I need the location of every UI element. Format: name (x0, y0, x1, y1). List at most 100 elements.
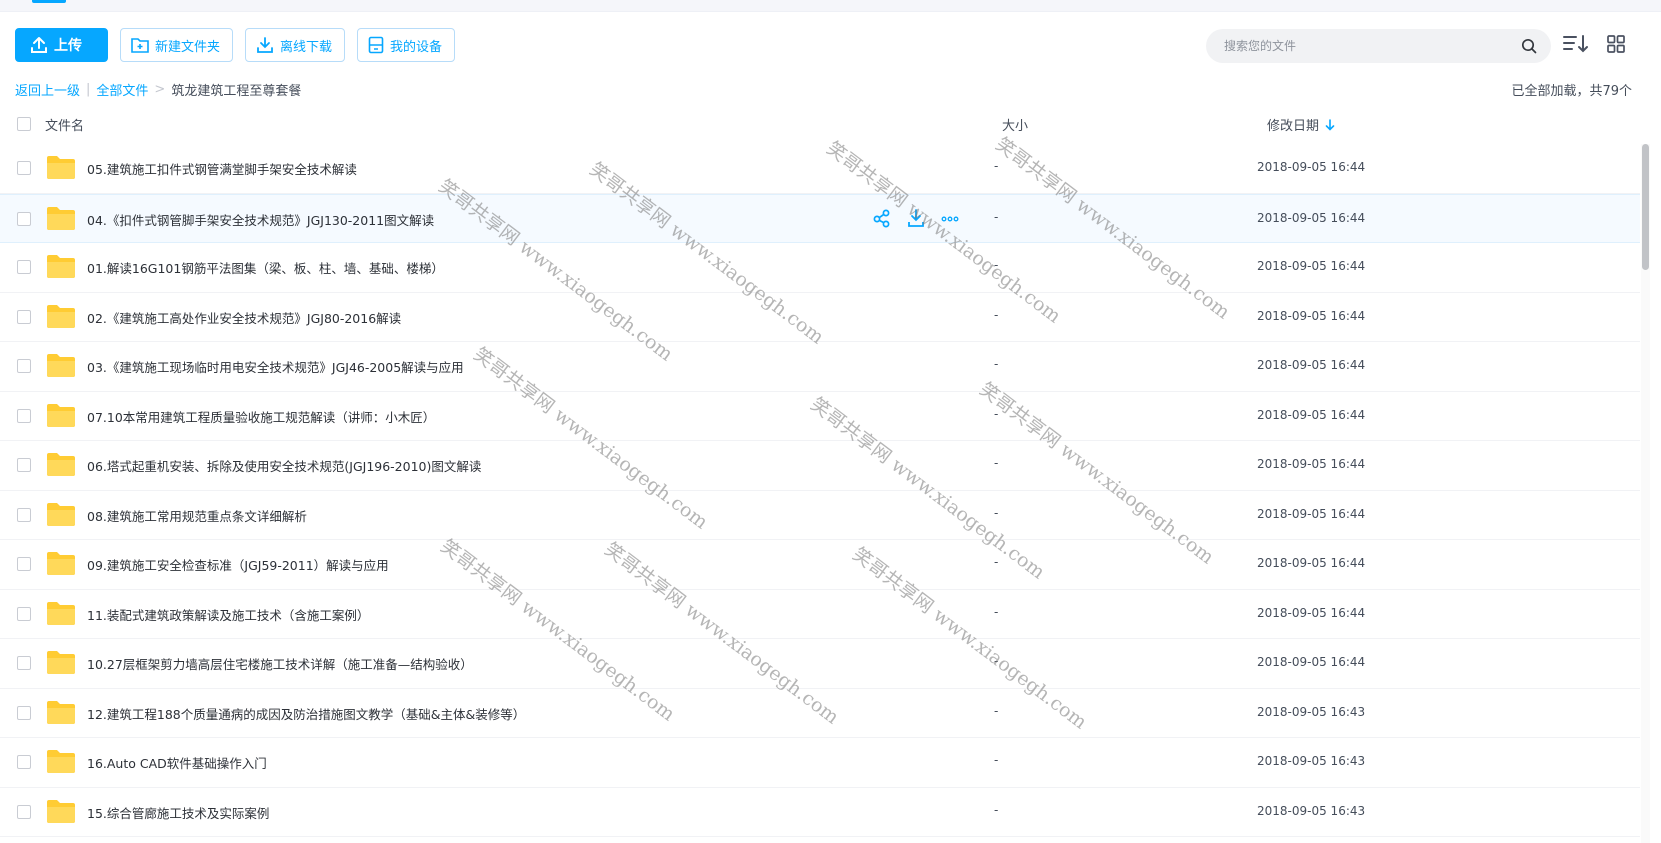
row-checkbox[interactable] (17, 656, 31, 670)
row-actions (872, 208, 960, 228)
file-size: - (994, 654, 999, 668)
row-checkbox[interactable] (17, 260, 31, 274)
file-date: 2018-09-05 16:43 (1257, 803, 1366, 818)
file-name[interactable]: 16.Auto CAD软件基础操作入门 (87, 753, 267, 772)
row-checkbox[interactable] (17, 755, 31, 769)
folder-icon (47, 601, 75, 625)
table-row[interactable]: 16.Auto CAD软件基础操作入门 - 2018-09-05 16:43 (0, 738, 1640, 788)
folder-icon (47, 799, 75, 823)
sort-icon[interactable] (1562, 33, 1590, 55)
file-size: - (994, 307, 999, 322)
file-name[interactable]: 12.建筑工程188个质量通病的成因及防治措施图文教学（基础&主体&装修等） (87, 704, 525, 723)
offline-download-label: 离线下载 (280, 39, 333, 55)
device-icon (368, 36, 384, 54)
file-date: 2018-09-05 16:44 (1257, 259, 1366, 273)
table-row[interactable]: 01.解读16G101钢筋平法图集（梁、板、柱、墙、基础、楼梯） - 2018-… (0, 243, 1640, 293)
file-size: - (994, 703, 999, 718)
file-list: 05.建筑施工扣件式钢管满堂脚手架安全技术解读 - 2018-09-05 16:… (0, 144, 1640, 837)
file-date: 2018-09-05 16:44 (1257, 506, 1366, 521)
table-row[interactable]: 10.27层框架剪力墙高层住宅楼施工技术详解（施工准备—结构验收） - 2018… (0, 639, 1640, 689)
search-icon[interactable] (1521, 38, 1537, 54)
row-checkbox[interactable] (17, 705, 31, 720)
folder-icon (47, 206, 75, 230)
row-checkbox[interactable] (17, 408, 31, 423)
file-name[interactable]: 02.《建筑施工高处作业安全技术规范》JGJ80-2016解读 (87, 308, 401, 327)
table-row[interactable]: 06.塔式起重机安装、拆除及使用安全技术规范(JGJ196-2010)图文解读 … (0, 441, 1640, 491)
folder-icon (47, 552, 75, 575)
file-date: 2018-09-05 16:44 (1257, 407, 1366, 422)
file-size: - (994, 357, 999, 371)
select-all-checkbox[interactable] (17, 117, 31, 131)
grid-view-icon[interactable] (1607, 35, 1625, 53)
table-row[interactable]: 05.建筑施工扣件式钢管满堂脚手架安全技术解读 - 2018-09-05 16:… (0, 144, 1640, 194)
file-name[interactable]: 08.建筑施工常用规范重点条文详细解析 (87, 506, 307, 525)
table-row[interactable]: 08.建筑施工常用规范重点条文详细解析 - 2018-09-05 16:44 (0, 491, 1640, 540)
file-name[interactable]: 07.10本常用建筑工程质量验收施工规范解读（讲师：小木匠） (87, 407, 435, 426)
file-date: 2018-09-05 16:44 (1257, 556, 1366, 570)
my-devices-button[interactable]: 我的设备 (357, 28, 456, 62)
file-name[interactable]: 09.建筑施工安全检查标准（JGJ59-2011）解读与应用 (87, 555, 389, 574)
breadcrumb-divider: | (86, 82, 91, 97)
table-row[interactable]: 04.《扣件式钢管脚手架安全技术规范》JGJ130-2011图文解读 - 201… (0, 193, 1640, 243)
upload-icon (31, 37, 47, 53)
download-icon[interactable] (906, 208, 926, 228)
folder-icon (47, 304, 75, 328)
table-row[interactable]: 12.建筑工程188个质量通病的成因及防治措施图文教学（基础&主体&装修等） -… (0, 689, 1640, 738)
table-row[interactable]: 11.装配式建筑政策解读及施工技术（含施工案例） - 2018-09-05 16… (0, 590, 1640, 639)
table-row[interactable]: 02.《建筑施工高处作业安全技术规范》JGJ80-2016解读 - 2018-0… (0, 293, 1640, 342)
loaded-info: 已全部加载，共79个 (1511, 84, 1632, 99)
folder-plus-icon (131, 38, 149, 53)
search-box (1206, 29, 1551, 63)
column-size[interactable]: 大小 (1002, 115, 1028, 134)
row-checkbox[interactable] (17, 804, 31, 819)
file-size: - (994, 802, 999, 817)
file-size: - (994, 209, 999, 224)
new-folder-button[interactable]: 新建文件夹 (120, 28, 234, 62)
row-checkbox[interactable] (17, 458, 31, 472)
file-size: - (994, 456, 999, 470)
row-checkbox[interactable] (17, 557, 31, 571)
table-row[interactable]: 09.建筑施工安全检查标准（JGJ59-2011）解读与应用 - 2018-09… (0, 540, 1640, 590)
file-name[interactable]: 03.《建筑施工现场临时用电安全技术规范》JGJ46-2005解读与应用 (87, 357, 464, 376)
folder-icon (47, 403, 75, 427)
row-checkbox[interactable] (17, 606, 31, 621)
scrollbar[interactable] (1641, 144, 1650, 843)
list-header: 文件名 大小 修改日期 (0, 108, 1640, 144)
file-size: - (994, 406, 999, 421)
table-row[interactable]: 03.《建筑施工现场临时用电安全技术规范》JGJ46-2005解读与应用 - 2… (0, 342, 1640, 392)
all-files-link[interactable]: 全部文件 (96, 80, 148, 99)
row-checkbox[interactable] (17, 211, 31, 226)
more-icon[interactable] (940, 208, 960, 228)
file-name[interactable]: 15.综合管廊施工技术及实际案例 (87, 803, 269, 822)
row-checkbox[interactable] (17, 359, 31, 373)
file-date: 2018-09-05 16:44 (1257, 605, 1366, 620)
file-date: 2018-09-05 16:44 (1257, 457, 1366, 471)
file-name[interactable]: 05.建筑施工扣件式钢管满堂脚手架安全技术解读 (87, 159, 357, 178)
file-name[interactable]: 01.解读16G101钢筋平法图集（梁、板、柱、墙、基础、楼梯） (87, 258, 444, 277)
download-icon (257, 37, 273, 53)
file-size: - (994, 555, 999, 569)
table-row[interactable]: 15.综合管廊施工技术及实际案例 - 2018-09-05 16:43 (0, 788, 1640, 837)
folder-icon (47, 156, 75, 179)
column-date[interactable]: 修改日期 (1267, 115, 1335, 134)
file-date: 2018-09-05 16:44 (1257, 210, 1366, 225)
search-input[interactable] (1222, 38, 1521, 54)
toolbar: 上传 新建文件夹 离线下载 我的设备 (15, 28, 456, 64)
active-tab-indicator (32, 0, 66, 3)
column-name[interactable]: 文件名 (45, 115, 84, 134)
back-link[interactable]: 返回上一级 (15, 80, 80, 99)
offline-download-button[interactable]: 离线下载 (245, 28, 346, 62)
file-name[interactable]: 10.27层框架剪力墙高层住宅楼施工技术详解（施工准备—结构验收） (87, 654, 473, 673)
upload-label: 上传 (54, 38, 82, 54)
upload-button[interactable]: 上传 (15, 28, 108, 62)
file-name[interactable]: 06.塔式起重机安装、拆除及使用安全技术规范(JGJ196-2010)图文解读 (87, 456, 481, 475)
row-checkbox[interactable] (17, 161, 31, 175)
row-checkbox[interactable] (17, 309, 31, 324)
file-name[interactable]: 11.装配式建筑政策解读及施工技术（含施工案例） (87, 605, 369, 624)
scrollbar-thumb[interactable] (1642, 144, 1649, 270)
row-checkbox[interactable] (17, 507, 31, 522)
file-name[interactable]: 04.《扣件式钢管脚手架安全技术规范》JGJ130-2011图文解读 (87, 210, 434, 229)
share-icon[interactable] (872, 208, 892, 228)
breadcrumb-arrow: > (154, 82, 166, 97)
table-row[interactable]: 07.10本常用建筑工程质量验收施工规范解读（讲师：小木匠） - 2018-09… (0, 392, 1640, 441)
